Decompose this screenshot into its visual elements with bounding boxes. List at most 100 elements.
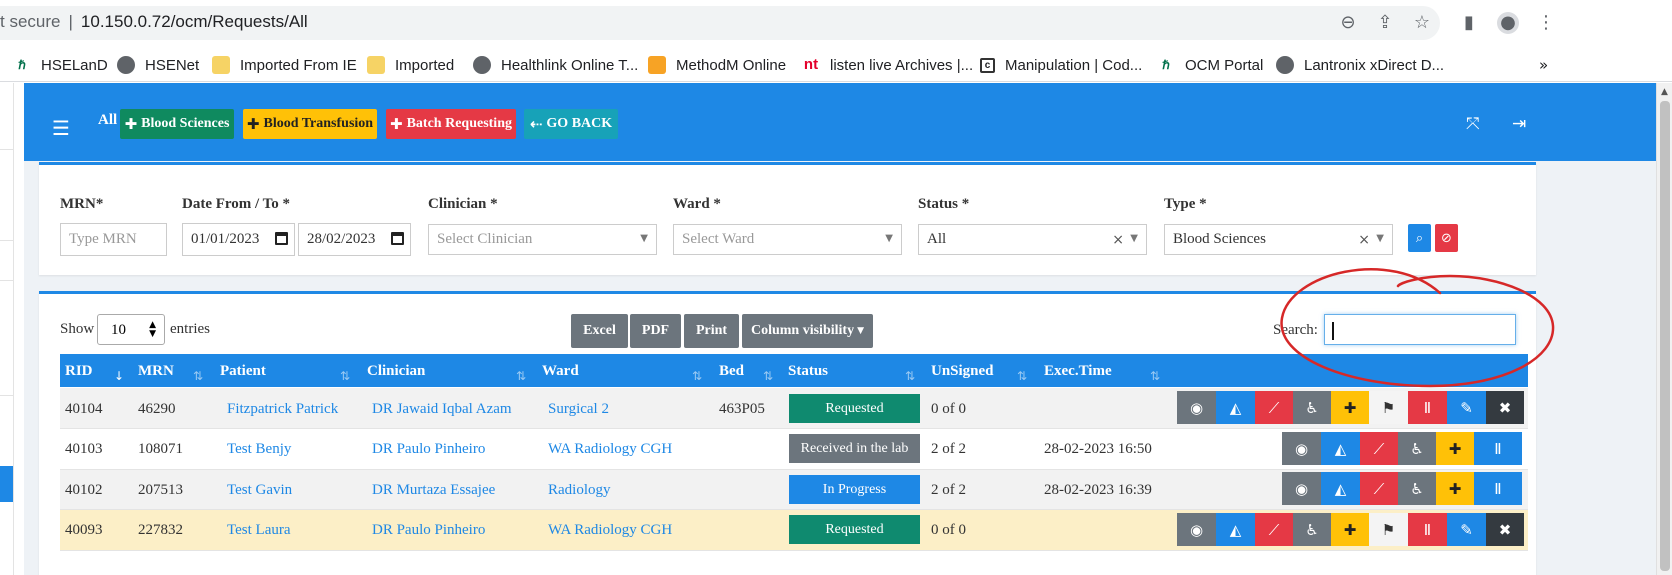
bookmark-ocm-portal[interactable]: ℏ OCM Portal (1157, 54, 1263, 76)
page-scrollbar[interactable]: ▲ (1656, 83, 1672, 575)
sort-icon[interactable]: ⇅ (340, 369, 350, 383)
type-select[interactable]: Blood Sciences × ▼ (1164, 224, 1393, 255)
cancel-button[interactable]: ✖ (1486, 391, 1524, 424)
cell-patient-link[interactable]: Fitzpatrick Patrick (227, 401, 338, 418)
cell-ward-link[interactable]: Surgical 2 (548, 401, 609, 418)
pdf-button[interactable]: PDF (630, 314, 681, 348)
bookmark-listen-live[interactable]: nt listen live Archives |... (802, 54, 973, 76)
bookmark-star-icon[interactable]: ☆ (1411, 12, 1433, 34)
chart-button[interactable]: ◭ (1321, 472, 1360, 505)
col-patient[interactable]: Patient (220, 363, 266, 380)
status-select[interactable]: All × ▼ (918, 224, 1147, 255)
edit-button[interactable]: ✎ (1447, 513, 1486, 546)
col-unsigned[interactable]: UnSigned (931, 363, 994, 380)
print-button[interactable]: Print (684, 314, 739, 348)
security-indicator[interactable]: t secure (0, 12, 60, 31)
bookmarks-overflow-icon[interactable]: » (1539, 54, 1548, 76)
accessibility-button[interactable]: ♿ (1398, 472, 1436, 505)
map-button[interactable]: ⚑ (1369, 513, 1408, 546)
view-button[interactable]: ◉ (1177, 391, 1216, 424)
sort-icon[interactable]: ⇅ (516, 369, 526, 383)
url-text[interactable]: 10.150.0.72/ocm/Requests/All (81, 12, 308, 31)
search-filter-button[interactable]: ⌕ (1408, 224, 1431, 252)
tubes-button[interactable]: Ⅱ (1474, 472, 1522, 505)
col-exec-time[interactable]: Exec.Time (1044, 363, 1112, 380)
tubes-button[interactable]: Ⅱ (1408, 513, 1447, 546)
col-bed[interactable]: Bed (719, 363, 744, 380)
cell-patient-link[interactable]: Test Benjy (227, 441, 291, 458)
bookmark-imported-from-ie[interactable]: Imported From IE (212, 54, 357, 76)
cell-clinician-link[interactable]: DR Jawaid Iqbal Azam (372, 401, 512, 418)
batch-requesting-button[interactable]: ✚ Batch Requesting (386, 109, 516, 139)
clear-icon[interactable]: × (1358, 232, 1370, 248)
trend-button[interactable]: ⟋ (1255, 391, 1293, 424)
add-button[interactable]: ✚ (1436, 472, 1474, 505)
fullscreen-icon[interactable]: ⤧ (1466, 114, 1480, 134)
accessibility-button[interactable]: ♿ (1293, 391, 1331, 424)
url-display[interactable]: t secure | 10.150.0.72/ocm/Requests/All (0, 12, 308, 32)
chart-button[interactable]: ◭ (1216, 513, 1255, 546)
map-button[interactable]: ⚑ (1369, 391, 1408, 424)
cell-ward-link[interactable]: WA Radiology CGH (548, 522, 672, 539)
trend-button[interactable]: ⟋ (1360, 432, 1398, 465)
cell-clinician-link[interactable]: DR Paulo Pinheiro (372, 441, 485, 458)
add-button[interactable]: ✚ (1331, 391, 1369, 424)
table-search-input[interactable] (1324, 314, 1516, 345)
cell-ward-link[interactable]: WA Radiology CGH (548, 441, 672, 458)
share-icon[interactable]: ⇪ (1374, 12, 1396, 34)
cell-patient-link[interactable]: Test Gavin (227, 482, 292, 499)
col-ward[interactable]: Ward (542, 363, 579, 380)
cell-ward-link[interactable]: Radiology (548, 482, 611, 499)
clear-icon[interactable]: × (1112, 232, 1124, 248)
bookmark-manipulation[interactable]: c Manipulation | Cod... (980, 54, 1142, 76)
bookmark-hseland[interactable]: ℏ HSELanD (13, 54, 108, 76)
bookmark-hsenet[interactable]: HSENet (117, 54, 199, 76)
cancel-button[interactable]: ✖ (1486, 513, 1524, 546)
cell-clinician-link[interactable]: DR Murtaza Essajee (372, 482, 495, 499)
bookmark-imported[interactable]: Imported (367, 54, 454, 76)
go-back-button[interactable]: ⇠ GO BACK (524, 109, 618, 139)
tubes-button[interactable]: Ⅱ (1408, 391, 1447, 424)
zoom-icon[interactable]: ⊖ (1337, 12, 1359, 34)
hamburger-menu-icon[interactable]: ☰ (52, 116, 70, 140)
date-from-input[interactable]: 01/01/2023 (182, 223, 295, 256)
chart-button[interactable]: ◭ (1216, 391, 1255, 424)
blood-sciences-button[interactable]: ✚ Blood Sciences (120, 109, 234, 139)
bookmark-lantronix[interactable]: Lantronix xDirect D... (1276, 54, 1444, 76)
accessibility-button[interactable]: ♿ (1293, 513, 1331, 546)
trend-button[interactable]: ⟋ (1360, 472, 1398, 505)
edit-button[interactable]: ✎ (1447, 391, 1486, 424)
bookmark-methodm[interactable]: MethodM Online (648, 54, 786, 76)
col-clinician[interactable]: Clinician (367, 363, 425, 380)
sort-icon[interactable]: ⇅ (905, 369, 915, 383)
view-button[interactable]: ◉ (1177, 513, 1216, 546)
chart-button[interactable]: ◭ (1321, 432, 1360, 465)
view-button[interactable]: ◉ (1282, 432, 1321, 465)
col-status[interactable]: Status (788, 363, 828, 380)
bookmark-healthlink[interactable]: Healthlink Online T... (473, 54, 638, 76)
sort-icon[interactable]: ⇅ (692, 369, 702, 383)
sort-icon[interactable]: ⇅ (193, 369, 203, 383)
col-rid[interactable]: RID (65, 363, 93, 380)
cell-patient-link[interactable]: Test Laura (227, 522, 291, 539)
ward-select[interactable]: Select Ward ▼ (673, 224, 902, 255)
scroll-up-icon[interactable]: ▲ (1661, 87, 1668, 97)
view-button[interactable]: ◉ (1282, 472, 1321, 505)
reset-filter-button[interactable]: ⊘ (1435, 224, 1458, 252)
sort-icon[interactable]: ⇅ (763, 369, 773, 383)
column-visibility-button[interactable]: Column visibility ▼ (742, 314, 873, 348)
scroll-thumb[interactable] (1660, 101, 1670, 571)
trend-button[interactable]: ⟋ (1255, 513, 1293, 546)
col-mrn[interactable]: MRN (138, 363, 174, 380)
cell-clinician-link[interactable]: DR Paulo Pinheiro (372, 522, 485, 539)
logout-icon[interactable]: ⇥ (1512, 114, 1526, 134)
add-button[interactable]: ✚ (1436, 432, 1474, 465)
side-panel-icon[interactable]: ▮ (1458, 12, 1480, 34)
entries-select[interactable]: 10 ▲ ▼ (97, 314, 165, 345)
sidebar-active-item[interactable] (0, 466, 13, 502)
add-button[interactable]: ✚ (1331, 513, 1369, 546)
blood-transfusion-button[interactable]: ✚ Blood Transfusion (243, 109, 377, 139)
menu-kebab-icon[interactable]: ⋮ (1535, 12, 1557, 34)
sort-icon[interactable]: ⇅ (1017, 369, 1027, 383)
clinician-select[interactable]: Select Clinician ▼ (428, 224, 657, 255)
